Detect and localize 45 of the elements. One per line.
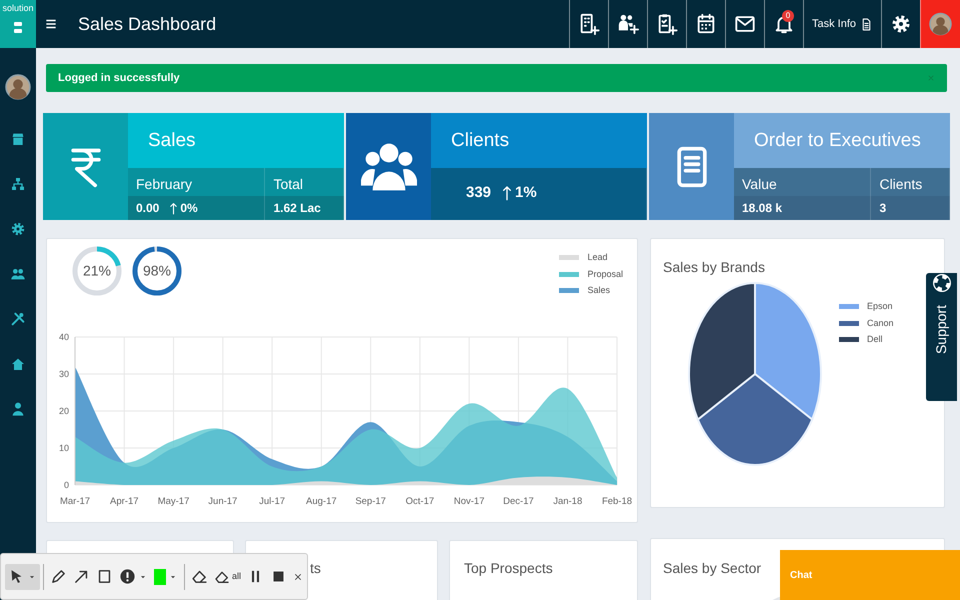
- axis-label: Jun-17: [208, 496, 238, 507]
- logo-text: solution: [2, 4, 34, 13]
- legend-label: Canon: [867, 316, 894, 330]
- gauge-reading: 98%: [142, 262, 172, 280]
- change-value: 1%: [515, 182, 537, 203]
- chat-label: Chat: [790, 570, 812, 581]
- card-title: Sales by Brands: [663, 258, 766, 277]
- axis-label: Apr-17: [110, 496, 139, 507]
- axis-label: Sep-17: [355, 496, 386, 507]
- axis-label: Aug-17: [306, 496, 337, 507]
- axis-label: 20: [58, 406, 69, 416]
- card-title: Top Prospects: [464, 559, 553, 578]
- notification-badge: 0: [782, 10, 794, 22]
- legend-label: Proposal: [587, 268, 623, 281]
- stat-value: 0.00: [136, 200, 160, 217]
- axis-label: Oct-17: [406, 496, 434, 507]
- stat-title: Order to Executives: [734, 113, 950, 168]
- axis-label: Mar-17: [60, 496, 90, 507]
- axis-label: 10: [58, 443, 69, 453]
- support-label: Support: [932, 305, 950, 354]
- legend-label: Sales: [587, 284, 610, 297]
- change-value: 0%: [180, 200, 198, 217]
- axis-label: May-17: [158, 496, 190, 507]
- page-title: Sales Dashboard: [78, 12, 216, 36]
- legend-label: Epson: [867, 300, 893, 313]
- axis-label: Dec-17: [503, 496, 534, 507]
- axis-label: Jul-17: [259, 496, 286, 507]
- axis-label: Jan-18: [553, 496, 582, 507]
- alert-message: Logged in successfully: [58, 70, 180, 86]
- axis-label: 40: [58, 332, 69, 342]
- axis-label: Feb-18: [602, 496, 632, 507]
- stat-value: 339: [466, 182, 492, 203]
- card-title: ts: [310, 559, 321, 578]
- axis-label: 30: [58, 369, 69, 379]
- legend-label: Lead: [587, 251, 608, 264]
- stat-value: 18.08 k: [742, 200, 782, 217]
- legend-label: Dell: [867, 333, 883, 346]
- card-title: Sales by Sector: [663, 560, 762, 576]
- stat-title: Sales: [128, 113, 344, 168]
- stat-value: 3: [879, 200, 886, 217]
- stat-title: Clients: [431, 113, 647, 168]
- axis-label: 0: [64, 480, 69, 490]
- stat-value: 1.62 Lac: [273, 200, 321, 217]
- gauge-reading: 21%: [82, 262, 112, 280]
- axis-label: Nov-17: [454, 496, 484, 507]
